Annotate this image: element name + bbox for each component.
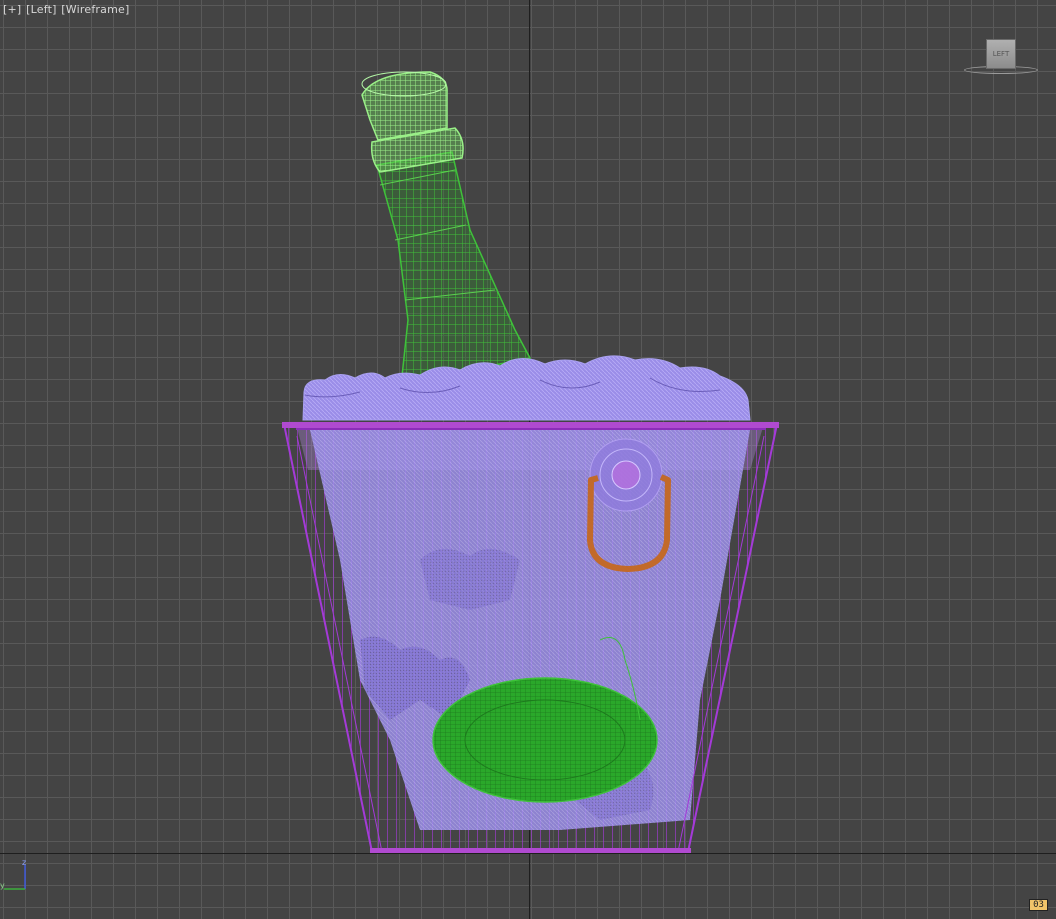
viewcube-left-face[interactable]: LEFT xyxy=(986,39,1016,69)
handle-mount[interactable] xyxy=(589,438,663,512)
axis-tripod-icon: z y xyxy=(0,858,26,890)
bucket-wireframe[interactable] xyxy=(283,423,778,853)
axis-y-label: y xyxy=(0,881,5,890)
axis-z-label: z xyxy=(22,858,26,867)
viewcube[interactable]: LEFT xyxy=(962,36,1042,80)
bottle-neck-wireframe[interactable] xyxy=(361,71,464,173)
ice-top-wireframe[interactable] xyxy=(302,355,751,421)
scene-wireframe[interactable] xyxy=(0,0,1056,919)
bottle-wireframe[interactable] xyxy=(376,151,532,397)
viewport-label-menu[interactable]: [+] [Left] [Wireframe] xyxy=(3,3,130,16)
viewport-general-menu[interactable]: [+] xyxy=(3,3,21,16)
viewport-shading-menu[interactable]: [Wireframe] xyxy=(61,3,129,16)
wireframe-viewport[interactable]: [+] [Left] [Wireframe] LEFT z y 03 xyxy=(0,0,1056,919)
viewport-pov-menu[interactable]: [Left] xyxy=(26,3,56,16)
frame-badge: 03 xyxy=(1029,899,1048,911)
